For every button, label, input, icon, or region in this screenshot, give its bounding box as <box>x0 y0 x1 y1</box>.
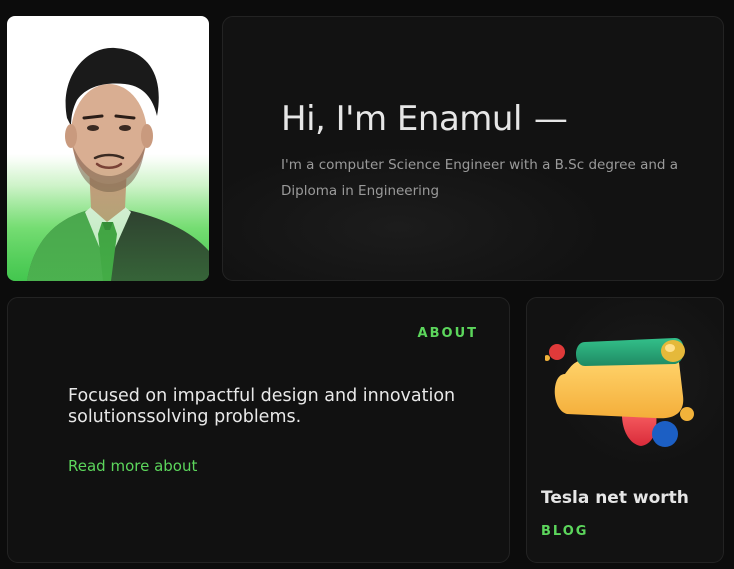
hero-card: Hi, I'm Enamul — I'm a computer Science E… <box>222 16 724 281</box>
blog-label: BLOG <box>541 524 589 539</box>
blog-card[interactable]: Tesla net worth BLOG <box>526 297 724 563</box>
about-card[interactable]: ABOUT Focused on impactful design and in… <box>7 297 510 563</box>
blog-title[interactable]: Tesla net worth <box>541 488 689 508</box>
profile-photo-card <box>7 16 209 281</box>
about-label: ABOUT <box>417 326 478 341</box>
hero-title: Hi, I'm Enamul — <box>281 99 568 139</box>
portfolio-page: Hi, I'm Enamul — I'm a computer Science E… <box>0 0 734 569</box>
read-more-about-link[interactable]: Read more about <box>68 457 197 475</box>
blog-illustration <box>545 338 694 447</box>
hero-description: I'm a computer Science Engineer with a B… <box>281 157 679 199</box>
profile-photo <box>7 16 209 281</box>
hero-dash: — <box>533 99 568 139</box>
about-text: Focused on impactful design and innovati… <box>68 386 456 427</box>
hero-title-text: Hi, I'm Enamul <box>281 99 522 139</box>
